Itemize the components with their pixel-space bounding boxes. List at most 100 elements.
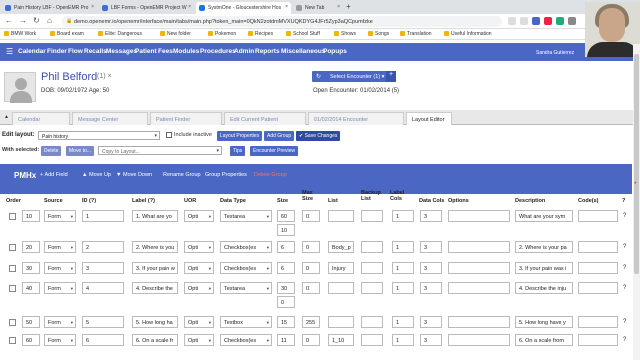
codes-field[interactable] [578, 282, 618, 294]
tips-button[interactable]: Tips [230, 146, 246, 156]
bookmark-item[interactable]: School Stuff [286, 31, 320, 37]
encounter-preview-button[interactable]: Encounter Preview [250, 146, 298, 156]
order-field[interactable]: 20 [22, 241, 40, 253]
label-cols-field[interactable]: 1 [392, 316, 414, 328]
move-up-button[interactable]: ▲ Move Up [82, 172, 111, 178]
home-icon[interactable]: ⌂ [47, 16, 52, 25]
layout-properties-button[interactable]: Layout Properties [217, 131, 263, 141]
row-select-checkbox[interactable] [9, 285, 16, 292]
uor-select[interactable]: Opti ▾ [184, 334, 214, 346]
move-down-button[interactable]: ▼ Move Down [116, 172, 152, 178]
patient-avatar[interactable] [4, 72, 36, 103]
row-select-checkbox[interactable] [9, 265, 16, 272]
bookmark-item[interactable]: Useful Information [444, 31, 492, 37]
tab-close-icon[interactable]: × [188, 4, 191, 10]
new-tab-icon[interactable]: + [346, 2, 351, 11]
options-field[interactable] [448, 210, 510, 222]
uor-select[interactable]: Opti ▾ [184, 316, 214, 328]
back-icon[interactable]: ← [5, 16, 13, 25]
bookmark-item[interactable]: Elite: Dangerous [98, 31, 142, 37]
id-field[interactable]: 5 [82, 316, 124, 328]
help-icon[interactable]: ? [623, 337, 626, 343]
tab-close-icon[interactable]: × [337, 4, 340, 10]
rename-group-button[interactable]: Rename Group [163, 172, 201, 178]
extension-icon[interactable] [556, 17, 564, 25]
row-select-checkbox[interactable] [9, 337, 16, 344]
options-field[interactable] [448, 334, 510, 346]
id-field[interactable]: 2 [82, 241, 124, 253]
delete-button[interactable]: Delete [41, 146, 62, 156]
codes-field[interactable] [578, 316, 618, 328]
size-field[interactable]: 15 [277, 316, 295, 328]
tab-edit-current-patient[interactable]: Edit Current Patient [224, 112, 306, 125]
size-field[interactable]: 6 [277, 262, 295, 274]
include-inactive-checkbox[interactable] [166, 132, 172, 138]
tab-close-icon[interactable]: × [91, 4, 94, 10]
list-field[interactable]: Body_p [328, 241, 354, 253]
list-field[interactable] [328, 210, 354, 222]
data-cols-field[interactable]: 3 [420, 262, 442, 274]
url-field[interactable]: 🔒 demo.openemr.io/openemr/interface/main… [62, 16, 502, 27]
extension-icon[interactable] [544, 17, 552, 25]
bookmark-star-icon[interactable] [520, 17, 528, 25]
layout-select[interactable]: Pain history ▾ [38, 131, 160, 140]
row-select-checkbox[interactable] [9, 244, 16, 251]
data-type-select[interactable]: Textarea ▾ [220, 210, 272, 222]
list-field[interactable]: 1_10 [328, 334, 354, 346]
max-size-field[interactable]: 0 [302, 210, 320, 222]
uor-select[interactable]: Opti ▾ [184, 282, 214, 294]
bookmark-item[interactable]: Pokemon [208, 31, 236, 37]
help-icon[interactable]: ? [623, 285, 626, 291]
id-field[interactable]: 3 [82, 262, 124, 274]
copy-to-layout-select[interactable]: Copy to Layout... ▾ [98, 146, 222, 155]
id-field[interactable]: 4 [82, 282, 124, 294]
source-select[interactable]: Form ▾ [44, 316, 76, 328]
order-field[interactable]: 50 [22, 316, 40, 328]
backup-list-field[interactable] [361, 316, 383, 328]
data-cols-field[interactable]: 3 [420, 210, 442, 222]
help-icon[interactable]: ? [623, 244, 626, 250]
menu-calendar[interactable]: Calendar [18, 48, 46, 55]
menu-reports[interactable]: Reports [255, 48, 280, 55]
browser-tab-active[interactable]: SystmOne - Gloucestershire Hos × [196, 2, 291, 14]
forward-icon[interactable]: → [19, 16, 27, 25]
size-field-2[interactable]: 10 [277, 224, 295, 236]
data-type-select[interactable]: Checkbox(es ▾ [220, 262, 272, 274]
max-size-field[interactable]: 255 [302, 316, 320, 328]
list-field[interactable] [328, 316, 354, 328]
label-field[interactable]: 1. What are yo [132, 210, 178, 222]
size-field[interactable]: 6 [277, 241, 295, 253]
backup-list-field[interactable] [361, 282, 383, 294]
tab-patient-finder[interactable]: Patient Finder [150, 112, 222, 125]
list-field[interactable]: Injury [328, 262, 354, 274]
bookmark-item[interactable]: New folder [160, 31, 191, 37]
share-icon[interactable] [508, 17, 516, 25]
browser-tab[interactable]: LBF Forms - OpenEMR Project W × [99, 2, 194, 14]
menu-modules[interactable]: Modules [173, 48, 199, 55]
menu-admin[interactable]: Admin [234, 48, 254, 55]
help-icon[interactable]: ? [623, 319, 626, 325]
bookmark-item[interactable]: Songs [368, 31, 389, 37]
source-select[interactable]: Form ▾ [44, 241, 76, 253]
data-type-select[interactable]: Textarea ▾ [220, 282, 272, 294]
data-cols-field[interactable]: 3 [420, 334, 442, 346]
save-changes-button[interactable]: ✔ Save Changes [296, 131, 341, 141]
user-name[interactable]: Sandra Gutierrez [536, 50, 574, 56]
backup-list-field[interactable] [361, 262, 383, 274]
help-icon[interactable]: ? [623, 265, 626, 271]
label-field[interactable]: 3. If your pain w [132, 262, 178, 274]
order-field[interactable]: 60 [22, 334, 40, 346]
new-encounter-button[interactable]: + [386, 71, 396, 82]
description-field[interactable]: 5. How long have y [515, 316, 573, 328]
data-type-select[interactable]: Checkbox(es ▾ [220, 241, 272, 253]
add-field-button[interactable]: + Add Field [40, 172, 68, 178]
menu-popups[interactable]: Popups [323, 48, 347, 55]
codes-field[interactable] [578, 334, 618, 346]
hamburger-menu-icon[interactable]: ☰ [6, 47, 13, 56]
description-field[interactable]: 3. If your pain was i [515, 262, 573, 274]
label-field[interactable]: 2. Where is you [132, 241, 178, 253]
codes-field[interactable] [578, 210, 618, 222]
tab-layout-editor[interactable]: Layout Editor [406, 112, 452, 125]
order-field[interactable]: 10 [22, 210, 40, 222]
label-cols-field[interactable]: 1 [392, 210, 414, 222]
